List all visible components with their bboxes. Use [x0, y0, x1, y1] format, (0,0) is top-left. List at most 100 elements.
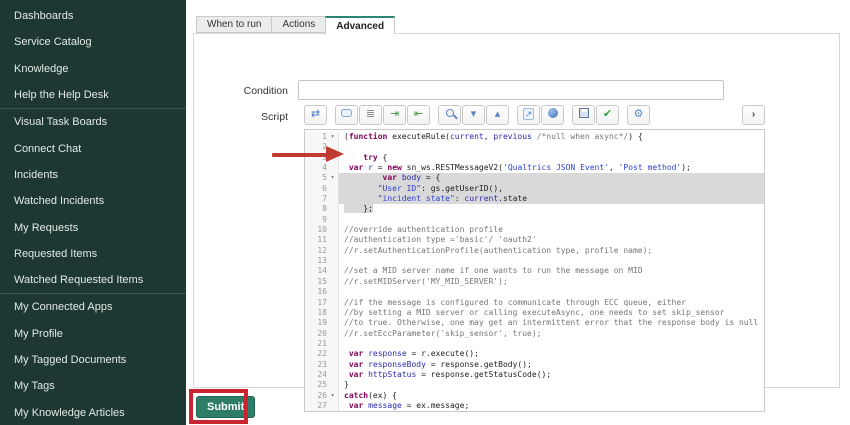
chevron-down-button[interactable]: ▾ — [462, 105, 485, 125]
code-text: (function executeRule(current, previous … — [339, 132, 764, 142]
line-number-gutter: 1▾ — [305, 132, 339, 142]
code-line: 15//r.setMIDServer('MY_MID_SERVER'); — [305, 277, 764, 287]
save-button[interactable] — [572, 105, 595, 125]
line-number: 1 — [305, 132, 327, 142]
code-text: }; — [339, 204, 764, 214]
debugger-gear-button[interactable]: ⚙ — [627, 105, 650, 125]
popout-button[interactable]: ↗ — [517, 105, 540, 125]
line-number: 7 — [305, 194, 327, 204]
toolbar-expand-button[interactable]: › — [742, 105, 765, 125]
line-number-gutter: 13 — [305, 256, 339, 266]
chevron-up-button[interactable]: ▴ — [486, 105, 509, 125]
search-button[interactable] — [438, 105, 461, 125]
line-number: 15 — [305, 277, 327, 287]
line-number-gutter: 10 — [305, 225, 339, 235]
script-editor-toolbar: ⇄ ≣ ⇥ ⇤ ▾▴ ↗ ✔ ⚙ › — [304, 104, 765, 125]
sidebar-item-my-tagged-documents[interactable]: My Tagged Documents — [0, 347, 186, 373]
sidebar-item-dashboards[interactable]: Dashboards — [0, 3, 186, 29]
code-text: //override authentication profile — [339, 225, 764, 235]
code-text: var httpStatus = response.getStatusCode(… — [339, 370, 764, 380]
sidebar-item-my-profile[interactable]: My Profile — [0, 321, 186, 347]
syntax-editor-button[interactable]: ⇄ — [304, 105, 327, 125]
main-content: When to runActionsAdvanced Condition Scr… — [186, 0, 850, 425]
replace-icon: ⇥ — [390, 109, 399, 120]
code-line: 5▾ var body = { — [305, 173, 764, 183]
code-line: 8 }; — [305, 204, 764, 214]
line-number: 24 — [305, 370, 327, 380]
debugger-gear-icon: ⚙ — [634, 109, 644, 120]
line-number: 26 — [305, 391, 327, 401]
sidebar-item-my-connected-apps[interactable]: My Connected Apps — [0, 294, 186, 320]
syntax-check-button[interactable]: ✔ — [596, 105, 619, 125]
sidebar-item-my-requests[interactable]: My Requests — [0, 214, 186, 240]
fold-spacer — [327, 235, 338, 245]
sidebar-item-visual-task-boards[interactable]: Visual Task Boards — [0, 109, 186, 135]
sidebar-item-my-tags[interactable]: My Tags — [0, 373, 186, 399]
sidebar-item-incidents[interactable]: Incidents — [0, 162, 186, 188]
sidebar-item-help-the-help-desk[interactable]: Help the Help Desk — [0, 82, 186, 108]
condition-input[interactable] — [298, 80, 724, 100]
fold-spacer — [327, 360, 338, 370]
replace-button[interactable]: ⇥ — [383, 105, 406, 125]
fold-spacer — [327, 380, 338, 390]
code-line: 2 — [305, 142, 764, 152]
line-number-gutter: 8 — [305, 204, 339, 214]
fold-spacer — [327, 349, 338, 359]
fold-toggle-icon[interactable]: ▾ — [327, 391, 338, 401]
fold-toggle-icon[interactable]: ▾ — [327, 173, 338, 183]
code-line: 13 — [305, 256, 764, 266]
sidebar-item-my-knowledge-articles[interactable]: My Knowledge Articles — [0, 399, 186, 425]
line-number: 17 — [305, 298, 327, 308]
tab-advanced[interactable]: Advanced — [325, 16, 395, 34]
line-number: 4 — [305, 163, 327, 173]
fold-spacer — [327, 163, 338, 173]
sidebar-item-watched-incidents[interactable]: Watched Incidents — [0, 188, 186, 214]
code-text: var response = r.execute(); — [339, 349, 764, 359]
code-text — [339, 142, 764, 152]
tab-actions[interactable]: Actions — [271, 16, 325, 33]
sidebar-item-connect-chat[interactable]: Connect Chat — [0, 135, 186, 161]
line-number: 8 — [305, 204, 327, 214]
sidebar-item-requested-items[interactable]: Requested Items — [0, 241, 186, 267]
sidebar-item-service-catalog[interactable]: Service Catalog — [0, 29, 186, 55]
line-number: 22 — [305, 349, 327, 359]
submit-button[interactable]: Submit — [196, 396, 255, 418]
line-number-gutter: 26▾ — [305, 391, 339, 401]
code-line: 16 — [305, 287, 764, 297]
code-text: var body = { — [339, 173, 764, 183]
line-number: 3 — [305, 153, 327, 163]
code-line: 10//override authentication profile — [305, 225, 764, 235]
script-code-editor[interactable]: 1▾(function executeRule(current, previou… — [304, 129, 765, 412]
globe-button[interactable] — [541, 105, 564, 125]
line-number-gutter: 23 — [305, 360, 339, 370]
comment-button[interactable] — [335, 105, 358, 125]
fold-spacer — [327, 204, 338, 214]
tab-when-to-run[interactable]: When to run — [196, 16, 271, 33]
replace-all-button[interactable]: ⇤ — [407, 105, 430, 125]
code-line: 25} — [305, 380, 764, 390]
line-number: 2 — [305, 142, 327, 152]
sidebar-item-watched-requested-items[interactable]: Watched Requested Items — [0, 267, 186, 293]
code-text: //authentication type ='basic'/ 'oauth2' — [339, 235, 764, 245]
code-text — [339, 256, 764, 266]
text-lines-button[interactable]: ≣ — [359, 105, 382, 125]
code-line: 9 — [305, 215, 764, 225]
code-line: 23 var responseBody = response.getBody()… — [305, 360, 764, 370]
line-number-gutter: 11 — [305, 235, 339, 245]
line-number-gutter: 3▾ — [305, 153, 339, 163]
code-text: //to true. Otherwise, one may get an int… — [339, 318, 764, 328]
code-line: 22 var response = r.execute(); — [305, 349, 764, 359]
fold-toggle-icon[interactable]: ▾ — [327, 153, 338, 163]
fold-spacer — [327, 318, 338, 328]
code-line: 11//authentication type ='basic'/ 'oauth… — [305, 235, 764, 245]
app-window: DashboardsService CatalogKnowledgeHelp t… — [0, 0, 850, 425]
code-line: 26▾catch(ex) { — [305, 391, 764, 401]
fold-spacer — [327, 215, 338, 225]
line-number: 16 — [305, 287, 327, 297]
sidebar-item-knowledge[interactable]: Knowledge — [0, 56, 186, 82]
line-number: 6 — [305, 184, 327, 194]
fold-spacer — [327, 298, 338, 308]
line-number: 18 — [305, 308, 327, 318]
fold-toggle-icon[interactable]: ▾ — [327, 132, 338, 142]
line-number: 12 — [305, 246, 327, 256]
